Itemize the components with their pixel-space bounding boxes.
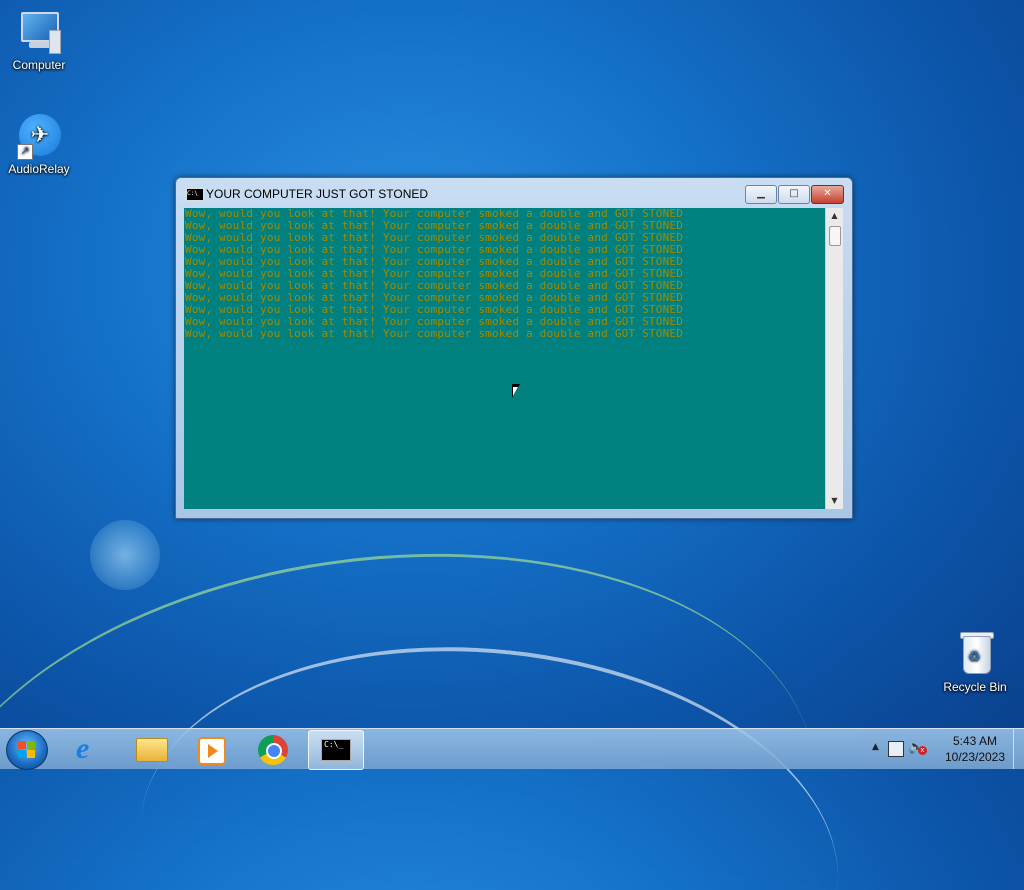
clock-time: 5:43 AM [952, 734, 998, 748]
recycle-bin-icon: ♻ [951, 630, 999, 678]
show-desktop-button[interactable] [1013, 729, 1024, 769]
window-titlebar[interactable]: C:\ YOUR COMPUTER JUST GOT STONED ▁ □ ✕ [176, 178, 852, 208]
desktop-icon-computer[interactable]: Computer [3, 8, 75, 72]
clock[interactable]: 5:43 AM 10/23/2023 [938, 733, 1012, 765]
muted-badge-icon: x [918, 746, 927, 755]
scroll-down-arrow-icon[interactable]: ▼ [826, 493, 843, 509]
shortcut-arrow-icon: ↗ [17, 144, 33, 160]
start-button[interactable] [6, 730, 48, 770]
internet-explorer-icon: e [76, 732, 90, 765]
taskbar-chrome[interactable] [246, 730, 300, 768]
audiorelay-icon: ✈ ↗ [15, 112, 63, 160]
scroll-up-arrow-icon[interactable]: ▲ [826, 208, 843, 224]
console-line: Wow, would you look at that! Your comput… [185, 327, 684, 340]
close-button[interactable]: ✕ [811, 185, 844, 204]
desktop-icon-label: Computer [12, 58, 66, 72]
wallpaper-glow [90, 520, 160, 590]
desktop-icon-label: AudioRelay [8, 162, 70, 176]
scroll-thumb[interactable] [829, 226, 841, 246]
vertical-scrollbar[interactable]: ▲ ▼ [825, 208, 843, 509]
system-tray: ▲ 🔈 x 5:43 AM 10/23/2023 [864, 729, 1024, 769]
desktop-icon-label: Recycle Bin [943, 680, 1007, 694]
clock-date: 10/23/2023 [944, 750, 1006, 764]
taskbar-file-explorer[interactable] [124, 730, 178, 768]
computer-icon [15, 8, 63, 56]
taskbar: e C:\_ ▲ 🔈 x 5:43 AM 10/23/2023 [0, 728, 1024, 770]
taskbar-internet-explorer[interactable]: e [62, 730, 116, 768]
console-icon: C:\ [186, 188, 204, 201]
network-icon[interactable] [888, 741, 904, 757]
taskbar-media-player[interactable] [184, 730, 238, 768]
desktop-icon-recycle-bin[interactable]: ♻ Recycle Bin [939, 630, 1011, 694]
mouse-cursor-fill [513, 387, 518, 396]
chrome-icon [258, 735, 288, 765]
minimize-button[interactable]: ▁ [745, 185, 777, 204]
maximize-button[interactable]: □ [778, 185, 810, 204]
console-output[interactable]: Wow, would you look at that! Your comput… [184, 208, 825, 509]
show-hidden-icons-icon[interactable]: ▲ [872, 742, 879, 752]
media-player-icon [198, 737, 226, 765]
console-window[interactable]: C:\ YOUR COMPUTER JUST GOT STONED ▁ □ ✕ … [175, 177, 853, 519]
taskbar-command-prompt[interactable]: C:\_ [308, 730, 364, 770]
windows-logo-icon [18, 741, 36, 759]
window-title: YOUR COMPUTER JUST GOT STONED [206, 187, 429, 201]
folder-icon [136, 738, 168, 762]
command-prompt-icon: C:\_ [321, 739, 351, 761]
desktop-icon-audiorelay[interactable]: ✈ ↗ AudioRelay [3, 112, 75, 176]
